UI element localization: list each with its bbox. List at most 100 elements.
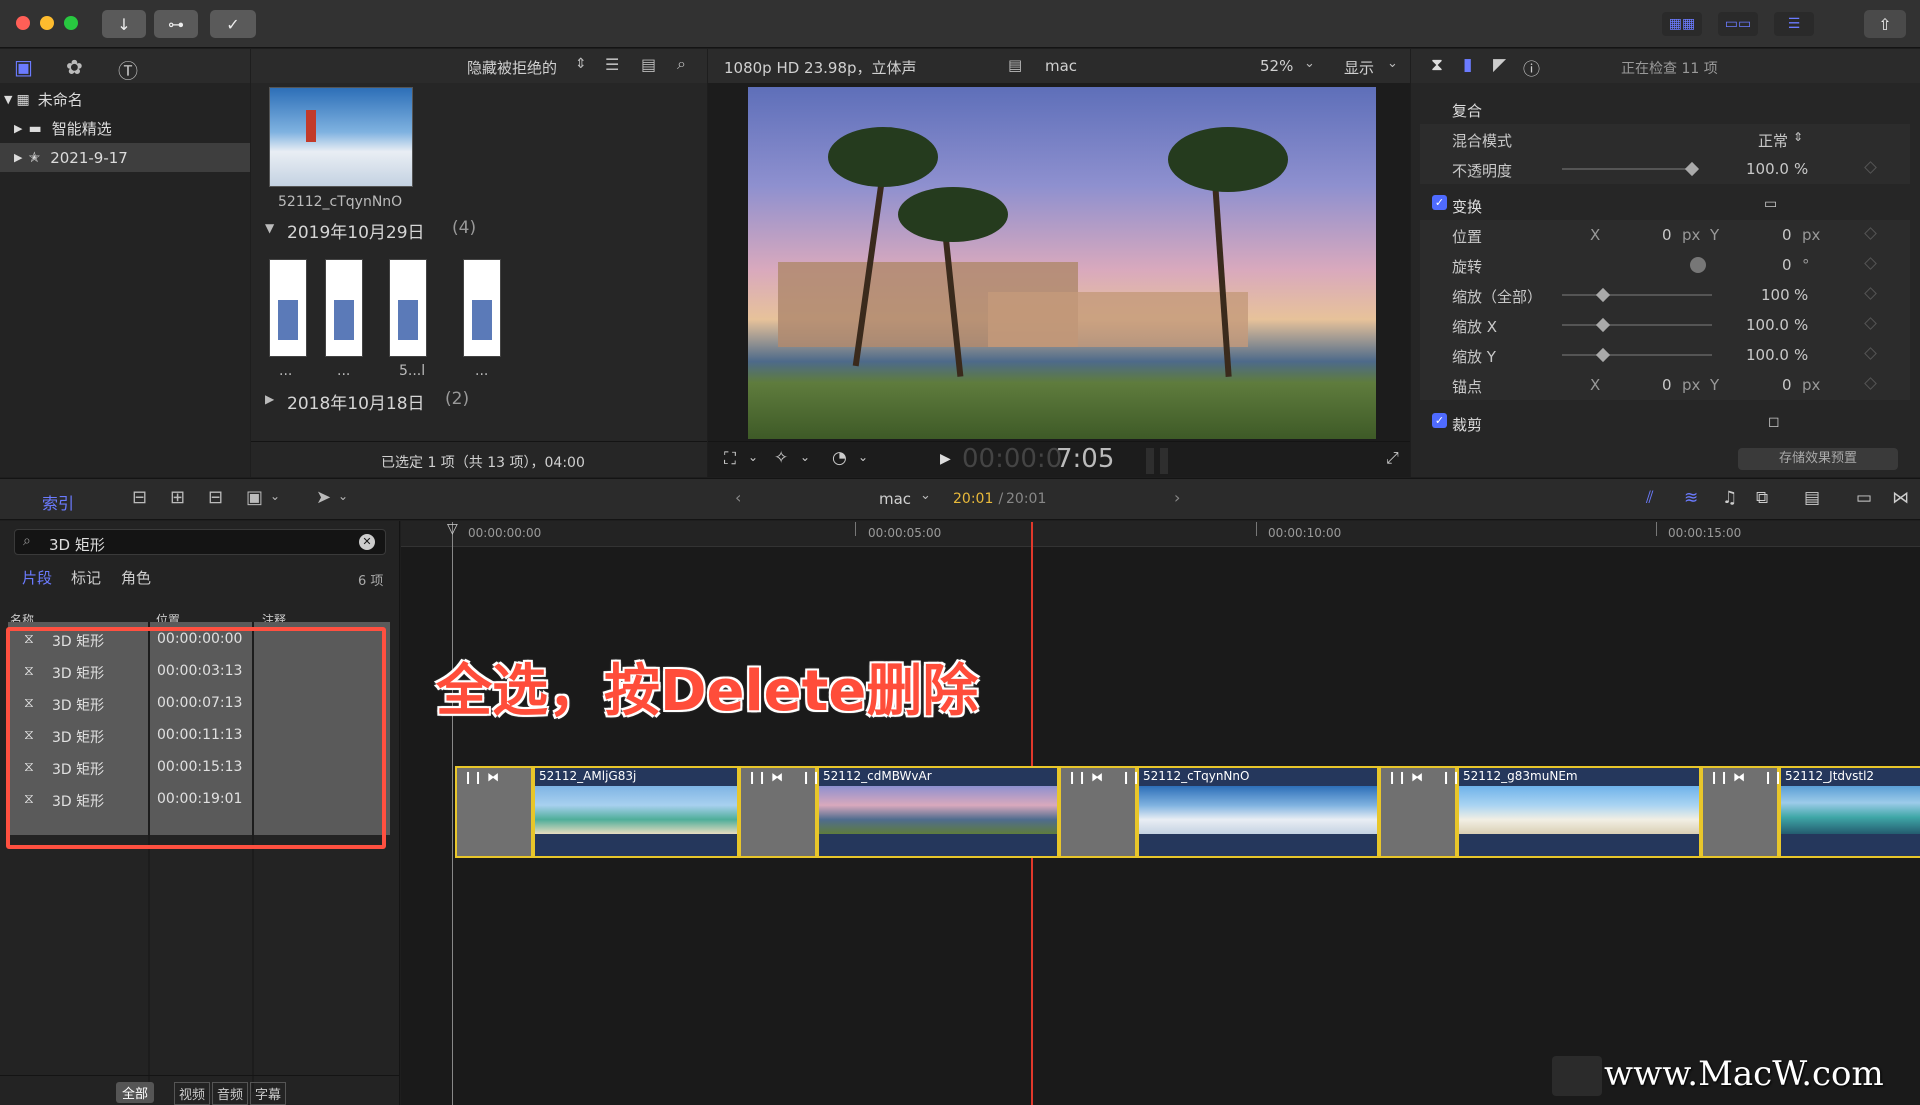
append-clip-icon[interactable]: ⊟ [208, 487, 223, 508]
filter-captions-button[interactable]: 字幕 [250, 1082, 287, 1105]
rotation-value[interactable]: 0 [1782, 256, 1792, 274]
filmstrip-icon[interactable]: ▤ [641, 55, 656, 74]
speed-gauge-icon[interactable]: ◔ [832, 448, 847, 468]
clip-thumbnail[interactable] [389, 259, 427, 357]
clip-appearance-icon[interactable]: ▤ [1804, 488, 1820, 508]
filter-video-button[interactable]: 视频 [174, 1082, 211, 1105]
connect-clip-icon[interactable]: ⊟ [132, 487, 147, 508]
chevron-down-icon[interactable]: ⌄ [338, 489, 348, 503]
audio-skimming-icon[interactable]: ≋ [1684, 488, 1698, 508]
clip-thumbnail[interactable] [325, 259, 363, 357]
effects-browser-icon[interactable]: ▭ [1856, 488, 1872, 508]
video-inspector-icon[interactable]: ⧗ [1431, 55, 1443, 75]
snapping-icon[interactable]: ⧉ [1756, 488, 1768, 508]
play-icon[interactable]: ▶ [940, 451, 951, 467]
clapper-icon[interactable]: ▣ [14, 55, 33, 79]
anchor-y-value[interactable]: 0 [1782, 376, 1792, 394]
filter-all-button[interactable]: 全部 [116, 1082, 155, 1103]
filmstrip-icon[interactable]: ▮ [1463, 55, 1472, 75]
chevron-down-icon[interactable]: ⌄ [1304, 56, 1315, 71]
slider-knob[interactable] [1684, 161, 1700, 177]
anchor-x-value[interactable]: 0 [1662, 376, 1672, 394]
opacity-slider[interactable] [1562, 161, 1700, 177]
transitions-browser-icon[interactable]: ⋈ [1892, 488, 1909, 508]
viewer-canvas[interactable] [748, 87, 1376, 439]
close-window-button[interactable] [16, 16, 30, 30]
timeline-project-name[interactable]: mac [879, 490, 911, 508]
video-clip[interactable]: 52112_AMljG83j [533, 766, 739, 858]
insert-clip-icon[interactable]: ⊞ [170, 487, 185, 508]
photos-audio-icon[interactable]: ✿ [66, 55, 83, 79]
video-clip[interactable]: 52112_Jtdvstl2 [1779, 766, 1920, 858]
scale-all-slider[interactable] [1562, 287, 1712, 303]
keyframe-diamond-icon[interactable] [1864, 257, 1877, 270]
index-tab-markers[interactable]: 标记 [71, 567, 101, 588]
filter-audio-button[interactable]: 音频 [212, 1082, 249, 1105]
video-clip[interactable]: 52112_g83muNEm [1457, 766, 1701, 858]
headphones-icon[interactable]: ♫ [1722, 488, 1737, 508]
scale-x-slider[interactable] [1562, 317, 1712, 333]
import-button[interactable]: ↓ [102, 10, 146, 38]
zoom-popup[interactable]: 52% [1260, 57, 1293, 75]
browser-toggle-button[interactable]: ▦▦ [1662, 12, 1702, 36]
transition-clip[interactable]: ❙❙ ⧓ ❙❙ [1379, 766, 1461, 858]
keyframe-diamond-icon[interactable] [1864, 377, 1877, 390]
transform-checkbox[interactable]: ✓ [1432, 195, 1447, 210]
background-tasks-button[interactable]: ✓ [210, 10, 256, 38]
list-view-icon[interactable]: ☰ [605, 55, 619, 74]
transform-icon[interactable]: ⛶ [724, 449, 736, 469]
crop-checkbox[interactable]: ✓ [1432, 413, 1447, 428]
video-skimming-icon[interactable]: ⫽ [1646, 488, 1654, 508]
keyframe-diamond-icon[interactable] [1864, 287, 1877, 300]
save-effects-preset-button[interactable]: 存储效果预置 [1738, 448, 1898, 470]
search-icon[interactable]: ⌕ [677, 54, 686, 74]
keyframe-diamond-icon[interactable] [1864, 227, 1877, 240]
timeline-toggle-button[interactable]: ▭▭ [1718, 12, 1758, 36]
disclosure-closed-icon[interactable]: ▶ [265, 392, 274, 406]
inspector-toggle-button[interactable]: ☰ [1774, 12, 1814, 36]
filter-popup[interactable]: 隐藏被拒绝的 [467, 57, 557, 78]
index-tab-clips[interactable]: 片段 [22, 567, 52, 588]
overwrite-clip-icon[interactable]: ▣ [246, 487, 263, 508]
transition-clip[interactable]: ❙❙ ⧓ [455, 766, 533, 858]
clip-thumbnail-selected[interactable] [269, 87, 413, 187]
transition-clip[interactable]: ❙❙ ⧓ ❙❙ [1059, 766, 1141, 858]
index-search-value[interactable]: 3D 矩形 [49, 534, 105, 555]
display-popup[interactable]: 显示 [1344, 57, 1374, 78]
chevron-down-icon[interactable]: ⌄ [920, 488, 931, 503]
disclosure-open-icon[interactable]: ▼ [265, 221, 274, 235]
share-button[interactable]: ⇧ [1864, 10, 1906, 38]
rotation-dial[interactable] [1690, 257, 1706, 273]
keyframe-diamond-icon[interactable] [1864, 317, 1877, 330]
back-arrow-icon[interactable]: ‹ [735, 488, 741, 507]
index-tab-roles[interactable]: 角色 [121, 567, 151, 588]
chevron-updown-icon[interactable]: ⇕ [1793, 130, 1803, 144]
library-item-untitled[interactable]: ▼ ▦ 未命名 [0, 85, 250, 114]
transform-onscreen-icon[interactable]: ▭ [1764, 196, 1777, 212]
keyframe-diamond-icon[interactable] [1864, 347, 1877, 360]
blend-mode-value[interactable]: 正常 [1758, 130, 1788, 151]
scale-x-value[interactable]: 100.0 [1746, 316, 1789, 334]
clear-search-icon[interactable]: ✕ [359, 534, 375, 550]
transition-clip[interactable]: ❙❙ ⧓ ❙❙ [1701, 766, 1783, 858]
disclosure-closed-icon[interactable]: ▶ [14, 151, 22, 164]
video-clip[interactable]: 52112_cTqynNnO [1137, 766, 1379, 858]
minimize-window-button[interactable] [40, 16, 54, 30]
forward-arrow-icon[interactable]: › [1174, 488, 1180, 507]
chevron-down-icon[interactable]: ⌄ [270, 489, 280, 503]
fullscreen-icon[interactable]: ⤢ [1386, 448, 1399, 468]
clip-thumbnail[interactable] [463, 259, 501, 357]
index-search-field[interactable]: ⌕ 3D 矩形 ✕ [14, 529, 386, 555]
chevron-updown-icon[interactable]: ⇕ [575, 56, 587, 72]
clip-thumbnail[interactable] [269, 259, 307, 357]
chevron-down-icon[interactable]: ⌄ [748, 450, 758, 464]
scale-all-value[interactable]: 100 [1761, 286, 1790, 304]
slider-knob[interactable] [1595, 287, 1610, 303]
chevron-down-icon[interactable]: ⌄ [800, 450, 810, 464]
index-tab[interactable]: 索引 [42, 490, 74, 514]
keyframe-diamond-icon[interactable] [1864, 161, 1877, 174]
scale-y-value[interactable]: 100.0 [1746, 346, 1789, 364]
keywords-button[interactable]: ⊶ [154, 10, 198, 38]
select-tool-icon[interactable]: ➤ [316, 487, 331, 508]
position-y-value[interactable]: 0 [1782, 226, 1792, 244]
